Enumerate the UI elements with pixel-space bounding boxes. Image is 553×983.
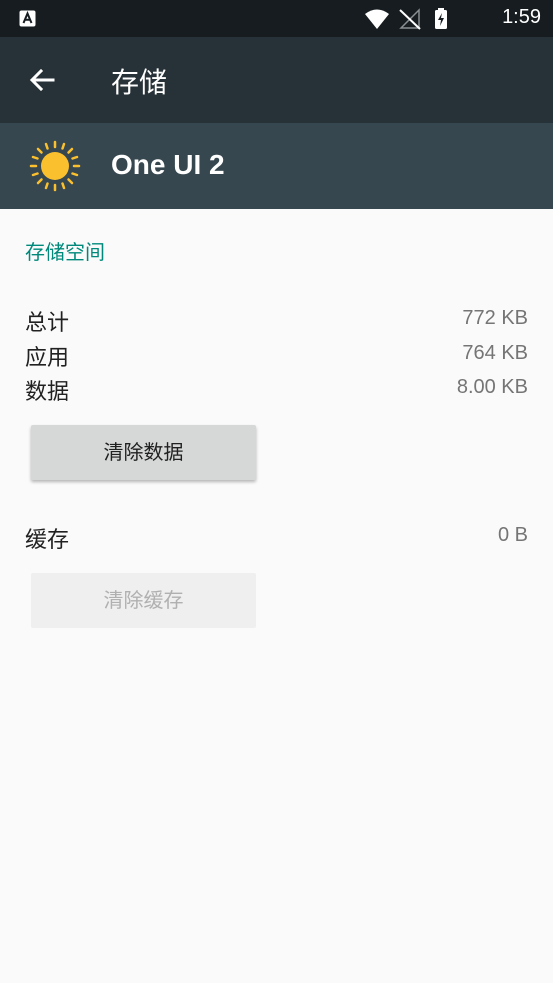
storage-row-data: 数据 8.00 KB: [25, 374, 528, 405]
clear-cache-button: 清除缓存: [31, 573, 256, 628]
cache-label: 缓存: [25, 528, 70, 553]
storage-value: 772 KB: [462, 307, 528, 329]
notification-a-icon: [19, 10, 36, 27]
wifi-icon: [365, 9, 389, 29]
toolbar: 存储: [0, 37, 553, 123]
app-name: One UI 2: [111, 149, 225, 180]
storage-row-app: 应用 764 KB: [25, 340, 528, 371]
no-signal-icon: [399, 8, 421, 30]
storage-label: 数据: [25, 380, 70, 405]
storage-section-title: 存储空间: [25, 240, 105, 264]
clear-data-button[interactable]: 清除数据: [31, 425, 256, 480]
status-bar: 1:59: [0, 0, 553, 37]
storage-label: 总计: [25, 311, 70, 336]
sun-icon: [29, 140, 81, 192]
battery-charging-icon: [435, 8, 447, 29]
page-title: 存储: [111, 66, 168, 99]
cache-row: 缓存 0 B: [25, 522, 528, 553]
arrow-back-icon[interactable]: [28, 66, 56, 94]
system-status-icons: [365, 8, 447, 30]
storage-label: 应用: [25, 346, 70, 371]
app-header: One UI 2: [0, 123, 553, 209]
storage-value: 764 KB: [462, 342, 528, 364]
status-time: 1:59: [502, 6, 541, 28]
storage-value: 8.00 KB: [456, 376, 528, 398]
storage-row-total: 总计 772 KB: [25, 305, 528, 336]
cache-value: 0 B: [497, 524, 528, 546]
